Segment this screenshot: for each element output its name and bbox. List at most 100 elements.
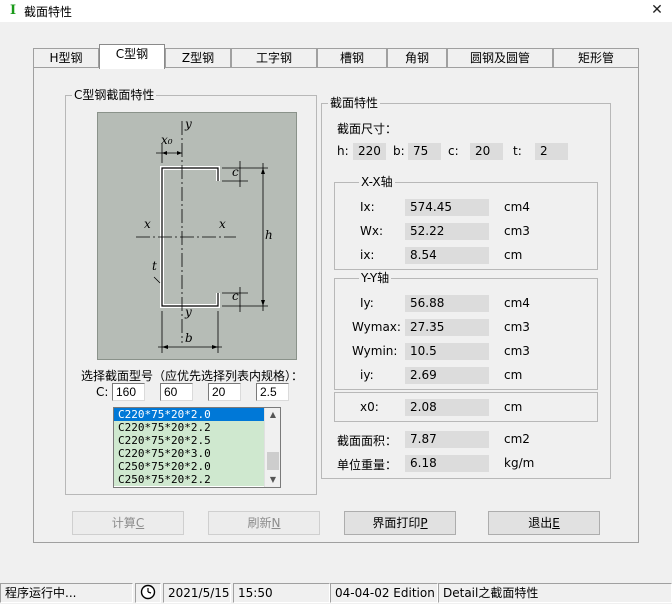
height-input[interactable] xyxy=(112,383,145,401)
iy-moment-unit: cm4 xyxy=(504,296,530,310)
lip-input[interactable] xyxy=(208,383,241,401)
exit-button[interactable]: 退出E xyxy=(488,511,600,535)
wymin-unit: cm3 xyxy=(504,344,530,358)
wx-value: 52.22 xyxy=(405,223,489,240)
status-detail: Detail之截面特性 xyxy=(438,583,672,603)
wymin-label: Wymin: xyxy=(352,344,398,358)
t-label: t xyxy=(152,259,157,273)
tab-panel: C型钢截面特性 x₀ y y x x c c h t b 选择截面型号（应优先选… xyxy=(33,67,639,543)
dim-c-value: 20 xyxy=(470,143,503,160)
tab-h-steel[interactable]: H型钢 xyxy=(33,48,99,68)
list-item[interactable]: C250*75*20*2.2 xyxy=(114,473,264,486)
wx-label: Wx: xyxy=(360,224,384,238)
tab-z-steel[interactable]: Z型钢 xyxy=(165,48,231,68)
exit-label: 退出 xyxy=(528,516,553,530)
ix-radius-unit: cm xyxy=(504,248,523,262)
list-item[interactable]: C250*75*20*2.0 xyxy=(114,460,264,473)
wymin-value: 10.5 xyxy=(405,343,489,360)
calculate-button[interactable]: 计算C xyxy=(72,511,184,535)
close-button[interactable]: ✕ xyxy=(646,1,668,19)
status-message: 程序运行中... xyxy=(0,583,133,603)
wx-unit: cm3 xyxy=(504,224,530,238)
h-label: h xyxy=(265,228,273,242)
tab-i-beam[interactable]: 工字钢 xyxy=(231,48,317,68)
print-button[interactable]: 界面打印P xyxy=(344,511,456,535)
calculate-label: 计算 xyxy=(111,516,136,530)
exit-hotkey: E xyxy=(552,516,560,530)
iy-radius-label: iy: xyxy=(360,368,374,382)
wymax-label: Wymax: xyxy=(352,320,401,334)
x0-value: 2.08 xyxy=(405,399,489,416)
print-label: 界面打印 xyxy=(372,516,421,530)
scroll-down-icon[interactable]: ▼ xyxy=(265,473,280,487)
width-input[interactable] xyxy=(160,383,193,401)
app-icon: I xyxy=(9,3,17,18)
x0-value-label: x0: xyxy=(360,400,379,414)
x0-label: x₀ xyxy=(161,133,173,147)
dim-b-label: b: xyxy=(393,144,405,158)
title-bar: I 截面特性 ✕ xyxy=(0,0,672,22)
status-time: 15:50 xyxy=(233,583,330,603)
ix-moment-value: 574.45 xyxy=(405,199,489,216)
b-label: b xyxy=(185,331,193,345)
x0-unit: cm xyxy=(504,400,523,414)
x-left-label: x xyxy=(144,217,151,231)
size-title: 截面尺寸： xyxy=(337,122,398,136)
weight-value: 6.18 xyxy=(405,455,489,472)
area-label: 截面面积： xyxy=(337,434,398,448)
thickness-input[interactable] xyxy=(256,383,289,401)
tab-round-tube[interactable]: 圆钢及圆管 xyxy=(447,48,553,68)
tab-channel[interactable]: 槽钢 xyxy=(317,48,387,68)
x-right-label: x xyxy=(219,217,226,231)
select-section-label: 选择截面型号（应优先选择列表内规格）： xyxy=(81,369,304,383)
list-item[interactable]: C220*75*20*2.5 xyxy=(114,434,264,447)
tab-angle[interactable]: 角钢 xyxy=(387,48,447,68)
status-edition: 04-04-02 Edition xyxy=(330,583,438,603)
xx-axis-title: X-X轴 xyxy=(359,175,395,189)
dim-c-label: c: xyxy=(448,144,459,158)
area-value: 7.87 xyxy=(405,431,489,448)
iy-radius-value: 2.69 xyxy=(405,367,489,384)
ix-radius-value: 8.54 xyxy=(405,247,489,264)
listbox-scrollbar[interactable]: ▲ ▼ xyxy=(264,408,280,487)
dim-h-label: h: xyxy=(337,144,349,158)
y-top-label: y xyxy=(185,117,192,131)
wymax-value: 27.35 xyxy=(405,319,489,336)
c-top-label: c xyxy=(232,165,239,179)
status-date: 2021/5/15 xyxy=(163,583,231,603)
dim-t-label: t: xyxy=(513,144,522,158)
c-bottom-label: c xyxy=(232,289,239,303)
iy-radius-unit: cm xyxy=(504,368,523,382)
weight-label: 单位重量： xyxy=(337,458,398,472)
list-item[interactable]: C220*75*20*3.0 xyxy=(114,447,264,460)
refresh-button[interactable]: 刷新N xyxy=(208,511,320,535)
weight-unit: kg/m xyxy=(504,456,535,470)
tab-c-steel[interactable]: C型钢 xyxy=(99,44,165,69)
refresh-hotkey: N xyxy=(271,516,281,530)
window-title: 截面特性 xyxy=(24,5,73,19)
list-item[interactable]: C220*75*20*2.0 xyxy=(114,408,264,421)
dim-b-value: 75 xyxy=(408,143,441,160)
calculate-hotkey: C xyxy=(135,516,145,530)
iy-moment-label: Iy: xyxy=(360,296,374,310)
properties-group-title: 截面特性 xyxy=(328,96,381,110)
status-bar: 程序运行中... 2021/5/15 15:50 04-04-02 Editio… xyxy=(0,580,672,604)
section-listbox[interactable]: C220*75*20*2.0 C220*75*20*2.2 C220*75*20… xyxy=(113,407,281,488)
scroll-up-icon[interactable]: ▲ xyxy=(265,408,280,422)
tab-rect-tube[interactable]: 矩形管 xyxy=(553,48,639,68)
c-prefix-label: C: xyxy=(96,385,109,399)
section-diagram: x₀ y y x x c c h t b xyxy=(97,112,297,360)
refresh-label: 刷新 xyxy=(247,516,272,530)
ix-radius-label: ix: xyxy=(360,248,375,262)
area-unit: cm2 xyxy=(504,432,530,446)
scroll-thumb[interactable] xyxy=(267,452,279,470)
clock-icon xyxy=(135,583,161,603)
dim-h-value: 220 xyxy=(353,143,386,160)
y-bottom-label: y xyxy=(185,305,192,319)
list-item[interactable]: C220*75*20*2.2 xyxy=(114,421,264,434)
tab-strip: H型钢 C型钢 Z型钢 工字钢 槽钢 角钢 圆钢及圆管 矩形管 xyxy=(33,44,639,69)
dim-t-value: 2 xyxy=(535,143,568,160)
iy-moment-value: 56.88 xyxy=(405,295,489,312)
c-steel-group-title: C型钢截面特性 xyxy=(72,88,157,102)
ix-moment-label: Ix: xyxy=(360,200,375,214)
